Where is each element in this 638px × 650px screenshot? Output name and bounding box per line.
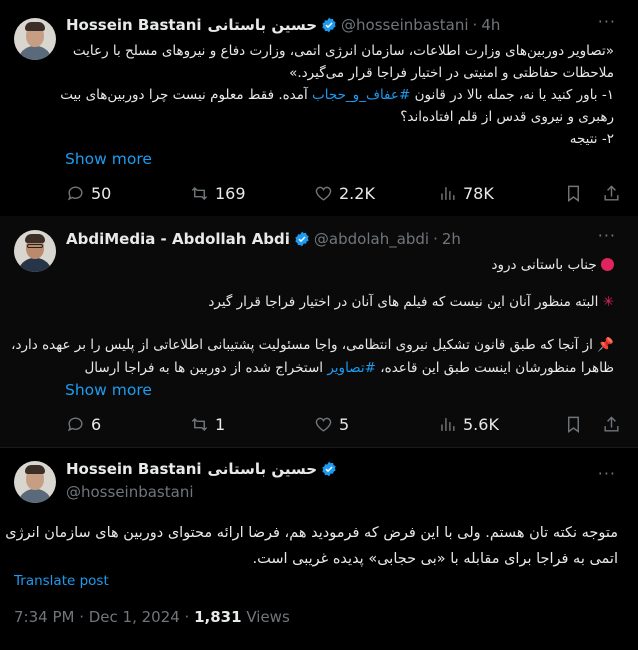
timestamp[interactable]: 2h	[442, 230, 461, 248]
author-name-fa: حسین باستانی	[207, 16, 318, 34]
like-button[interactable]: 5	[314, 415, 349, 434]
hashtag-link[interactable]: #تصاویر	[327, 360, 376, 376]
like-button[interactable]: 2.2K	[314, 184, 375, 203]
views-count: 1,831	[194, 608, 242, 626]
heart-icon	[315, 186, 332, 201]
bookmark-button[interactable]	[564, 415, 583, 434]
tweet-text-line: ۲- نتیجه	[569, 131, 614, 147]
red-circle-icon	[601, 258, 614, 271]
author-name[interactable]: Hossein Bastani	[66, 16, 202, 34]
show-more-link[interactable]: Show more	[65, 381, 152, 399]
repost-button[interactable]: 169	[190, 184, 246, 203]
tweet-text-line: اتمی به فراجا برای مقابله با «بی حجابی» …	[252, 551, 619, 567]
tweet-text-line: 📌 از آنجا که طبق قانون تشکیل نیروی انتظا…	[11, 337, 614, 353]
post-timestamp[interactable]: 7:34 PM · Dec 1, 2024 ·	[14, 608, 189, 626]
timestamp[interactable]: 4h	[481, 16, 500, 34]
share-button[interactable]	[602, 415, 621, 434]
bookmark-button[interactable]	[564, 184, 583, 203]
tweet-3[interactable]: Hossein Bastani حسین باستانی @hosseinbas…	[0, 448, 638, 650]
reply-button[interactable]: 50	[66, 184, 111, 203]
avatar[interactable]	[14, 461, 56, 503]
tweet-text-line: جناب باستانی درود	[491, 256, 614, 275]
repost-button[interactable]: 1	[190, 415, 225, 434]
tweet-text-line: ۱- باور کنید یا نه، جمله بالا در قانون #…	[60, 87, 614, 103]
views-label: Views	[246, 608, 290, 626]
show-more-link[interactable]: Show more	[65, 150, 152, 168]
avatar[interactable]	[14, 230, 56, 272]
author-handle[interactable]: @abdolah_abdi	[314, 230, 429, 248]
reply-button[interactable]: 6	[66, 415, 101, 434]
views-icon	[441, 187, 455, 200]
views-button[interactable]: 78K	[438, 184, 494, 203]
author-handle[interactable]: @hosseinbastani	[341, 16, 469, 34]
tweet-text-line: ظاهرا منظورشان اینست طبق این قاعده، #تصا…	[84, 360, 615, 376]
tweet-text-line: رهبری و نیروی قدس از قلم افتاده‌اند؟	[400, 109, 614, 125]
post-meta: 7:34 PM · Dec 1, 2024 · 1,831 Views	[14, 608, 290, 626]
more-options-icon[interactable]: ···	[598, 464, 616, 483]
avatar[interactable]	[14, 18, 56, 60]
more-options-icon[interactable]: ···	[598, 226, 616, 245]
repost-icon	[191, 186, 208, 201]
author-name[interactable]: AbdiMedia - Abdollah Abdi	[66, 230, 290, 248]
author-handle[interactable]: @hosseinbastani	[66, 483, 194, 501]
share-icon	[604, 416, 619, 432]
share-icon	[604, 185, 619, 201]
verified-badge-icon	[322, 17, 336, 33]
reply-icon	[67, 186, 83, 201]
tweet-2[interactable]: AbdiMedia - Abdollah Abdi @abdolah_abdi …	[0, 216, 638, 448]
author-name[interactable]: Hossein Bastani	[66, 460, 202, 478]
tweet-text-line: «تصاویر دوربین‌های وزارت اطلاعات، سازمان…	[72, 43, 614, 59]
verified-badge-icon	[295, 231, 309, 247]
heart-icon	[315, 417, 332, 432]
anger-icon: ✳	[602, 294, 614, 310]
tweet-1[interactable]: Hossein Bastani حسین باستانی @hosseinbas…	[0, 0, 638, 216]
tweet-text-line: ملاحظات حفاظتی و امنیتی در اختیار فراجا …	[289, 65, 614, 81]
author-name-fa: حسین باستانی	[207, 460, 318, 478]
pushpin-icon: 📌	[597, 337, 614, 353]
hashtag-link[interactable]: #عفاف_و_حجاب	[312, 87, 410, 103]
share-button[interactable]	[602, 184, 621, 203]
bookmark-icon	[568, 185, 579, 203]
views-button[interactable]: 5.6K	[438, 415, 499, 434]
tweet-text-line: متوجه نکته تان هستم. ولی با این فرض که ف…	[5, 525, 618, 541]
repost-icon	[191, 417, 208, 432]
more-options-icon[interactable]: ···	[598, 12, 616, 31]
verified-badge-icon	[322, 461, 336, 477]
reply-icon	[67, 417, 83, 432]
views-icon	[441, 418, 455, 431]
tweet-text-line: ✳ البته منظور آنان این نیست که فیلم های …	[208, 294, 614, 310]
translate-post-link[interactable]: Translate post	[14, 573, 109, 589]
bookmark-icon	[568, 416, 579, 434]
